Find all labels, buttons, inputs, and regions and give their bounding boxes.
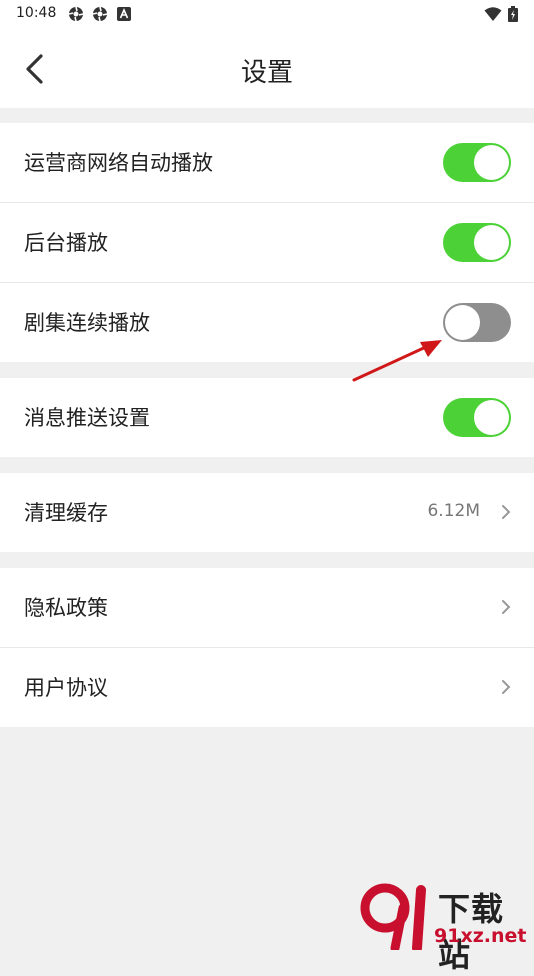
cache-size-value: 6.12M: [427, 501, 480, 521]
chevron-right-icon: [502, 505, 511, 519]
page-title: 设置: [240, 58, 293, 88]
setting-row-user-agreement[interactable]: 用户协议: [0, 648, 534, 727]
settings-group-playback: 运营商网络自动播放 后台播放 剧集连续播放: [0, 123, 534, 362]
app-a-icon: [117, 7, 131, 21]
background-play-toggle[interactable]: [443, 223, 511, 262]
continuous-play-toggle[interactable]: [443, 303, 511, 342]
settings-group-notifications: 消息推送设置: [0, 378, 534, 457]
toggle-knob: [474, 145, 509, 180]
status-bar: 10:48: [0, 0, 534, 28]
setting-row-continuous-play[interactable]: 剧集连续播放: [0, 283, 534, 362]
setting-label: 后台播放: [24, 231, 108, 255]
setting-label: 用户协议: [24, 676, 108, 700]
toggle-knob: [474, 400, 509, 435]
setting-row-push-settings[interactable]: 消息推送设置: [0, 378, 534, 457]
setting-row-carrier-autoplay[interactable]: 运营商网络自动播放: [0, 123, 534, 203]
setting-label: 隐私政策: [24, 596, 108, 620]
setting-row-clear-cache[interactable]: 清理缓存 6.12M: [0, 473, 534, 552]
settings-gear-icon: [92, 6, 108, 22]
carrier-autoplay-toggle[interactable]: [443, 143, 511, 182]
status-time: 10:48: [16, 5, 57, 21]
settings-group-legal: 隐私政策 用户协议: [0, 568, 534, 727]
settings-group-cache: 清理缓存 6.12M: [0, 473, 534, 552]
setting-row-privacy-policy[interactable]: 隐私政策: [0, 568, 534, 648]
setting-row-background-play[interactable]: 后台播放: [0, 203, 534, 283]
watermark-url: 91xz.net: [434, 925, 527, 947]
wifi-icon: [484, 7, 502, 21]
app-bar: 设置: [0, 28, 534, 108]
toggle-knob: [474, 225, 509, 260]
settings-gear-icon: [68, 6, 84, 22]
setting-label: 清理缓存: [24, 501, 108, 525]
battery-icon: [508, 6, 518, 22]
setting-label: 剧集连续播放: [24, 311, 150, 335]
setting-label: 运营商网络自动播放: [24, 151, 213, 175]
chevron-right-icon: [502, 680, 511, 694]
annotation-arrow-icon: [352, 340, 442, 382]
setting-label: 消息推送设置: [24, 406, 150, 430]
toggle-knob: [445, 305, 480, 340]
push-settings-toggle[interactable]: [443, 398, 511, 437]
chevron-right-icon: [502, 600, 511, 614]
